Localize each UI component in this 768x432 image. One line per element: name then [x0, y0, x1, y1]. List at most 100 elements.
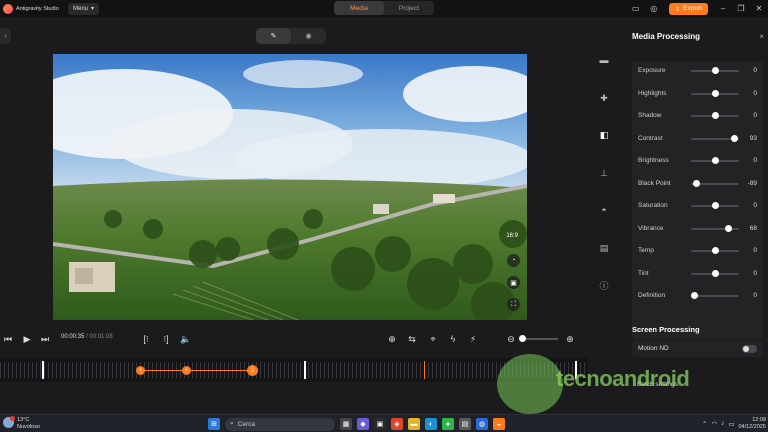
slider-knob[interactable] [711, 67, 719, 74]
edge-icon[interactable]: ◐ [425, 418, 437, 430]
minimize-icon[interactable]: – [714, 0, 732, 17]
tab-media[interactable]: Media [334, 1, 384, 15]
orange-marker[interactable] [424, 361, 425, 379]
volume-icon[interactable]: 🔈 [180, 330, 192, 348]
video-preview[interactable]: 16:9 ◔ ▣ ⛶ [53, 54, 527, 320]
snapshot-icon[interactable]: ◔ [507, 254, 520, 267]
export-button[interactable]: ⇪ Export [668, 2, 708, 15]
current-time: 00:00:35 [61, 334, 85, 340]
battery-icon[interactable]: ▭ [728, 420, 734, 428]
store-icon[interactable]: ▣ [374, 418, 386, 430]
playback-controls: ⏮ ▶ ⏭ 00:00:35 / 00:01:08 [⁝ ⁝] 🔈 ⊕ ⇆ ⌖ … [0, 330, 588, 348]
slider-value: -89 [747, 179, 757, 187]
transition-icon[interactable]: ⇆ [406, 330, 418, 348]
view-mode-toggle: ✎ ◉ [256, 28, 326, 44]
task-view-icon[interactable]: ▦ [340, 418, 352, 430]
slider-knob[interactable] [711, 112, 719, 119]
slider-knob[interactable] [711, 247, 719, 254]
slider-label: Exposure [638, 67, 666, 74]
zoom-slider-knob[interactable] [519, 335, 526, 342]
taskbar-apps: ⊞ ⌕ Cerca ▦ ◆ ▣ ◈ ▬ ◐ ● ▤ ◍ ◒ [208, 417, 505, 431]
taskbar-search[interactable]: ⌕ Cerca [225, 417, 335, 431]
slider-value: 0 [753, 157, 757, 164]
tray-chevron-icon[interactable]: ⌃ [702, 420, 707, 428]
video-tool-icon[interactable]: ▬ [598, 54, 610, 66]
slider-knob[interactable] [691, 292, 698, 299]
media-processing-icon[interactable]: ◧ [598, 129, 610, 141]
gauge-tool-icon[interactable]: ◓ [598, 204, 610, 216]
slider-knob[interactable] [711, 269, 719, 277]
slider-knob[interactable] [693, 179, 701, 187]
slider-knob[interactable] [711, 89, 719, 97]
crop-icon[interactable]: ▣ [507, 276, 520, 289]
stabilize-icon[interactable]: ⌖ [427, 330, 439, 348]
play-icon[interactable]: ▶ [20, 330, 34, 348]
slider-knob[interactable] [711, 157, 719, 164]
slider-label: Shadow [638, 112, 662, 119]
slider-knob[interactable] [730, 134, 738, 142]
slider-knob[interactable] [725, 224, 733, 232]
slider-row-definition: Definition 0 [632, 290, 763, 302]
add-keyframe-icon[interactable]: ⊕ [386, 330, 398, 348]
aerial-landscape-frame [53, 54, 527, 320]
motion-icon[interactable]: ⚡ [467, 330, 479, 348]
clock-date: 04/12/2025 [738, 423, 766, 430]
skip-back-icon[interactable]: ⏮ [2, 330, 14, 348]
copilot-icon[interactable]: ◆ [357, 418, 369, 430]
window-controls: ▭ ◎ ⇪ Export – ❐ ✕ [627, 0, 768, 17]
file-explorer-icon[interactable]: ▬ [408, 418, 420, 430]
close-icon[interactable]: ✕ [750, 0, 768, 17]
preview-eye-icon[interactable]: ◉ [291, 28, 326, 44]
slider-label: Vibrance [638, 224, 664, 232]
slider-row-tint: Tint 0 [632, 268, 763, 280]
chrome-icon[interactable]: ◍ [476, 418, 488, 430]
account-icon[interactable]: ◎ [645, 0, 663, 17]
panel-close-icon[interactable]: × [759, 32, 764, 41]
slider-label: Temp [638, 247, 654, 254]
keyframe-marker[interactable]: + [182, 366, 191, 375]
antigravity-taskbar-icon[interactable]: ◒ [493, 418, 505, 430]
os-taskbar: 13°C Nuvoloso ⊞ ⌕ Cerca ▦ ◆ ▣ ◈ ▬ ◐ ● ▤ … [0, 414, 768, 432]
motion-nd-toggle[interactable] [742, 345, 757, 353]
volume-tray-icon[interactable]: ♪ [721, 420, 724, 427]
wifi-icon[interactable]: ◠ [711, 420, 717, 428]
slider-value: 0 [753, 292, 757, 299]
speed-icon[interactable]: ϟ [447, 330, 459, 348]
slider-label: Contrast [638, 134, 663, 142]
edit-view-icon[interactable]: ✎ [256, 28, 291, 44]
info-icon[interactable]: ⓘ [598, 279, 610, 291]
layout-icon[interactable]: ▭ [627, 0, 645, 17]
mark-out-icon[interactable]: ⁝] [160, 330, 172, 348]
slider-row-contrast: Contrast 93 [632, 133, 763, 145]
chevron-right-icon: › [4, 32, 7, 40]
brave-icon[interactable]: ◈ [391, 418, 403, 430]
slider-knob[interactable] [711, 202, 719, 209]
fullscreen-icon[interactable]: ⛶ [507, 298, 520, 311]
playhead[interactable] [304, 361, 306, 379]
slider-track[interactable] [691, 295, 739, 297]
trim-start-handle[interactable] [42, 361, 44, 379]
keyframe-count-badge[interactable]: 2 [247, 365, 258, 376]
duration: 00:01:08 [89, 334, 113, 340]
app-logo: Antigravity Studio [3, 3, 65, 14]
slider-row-highlights: Highlights 0 [632, 88, 763, 100]
maximize-icon[interactable]: ❐ [732, 0, 750, 17]
zoom-in-icon[interactable]: ⊕ [564, 330, 576, 348]
keyframe-marker[interactable]: + [136, 366, 145, 375]
messaging-icon[interactable]: ● [442, 418, 454, 430]
slider-label: Highlights [638, 89, 667, 97]
mark-in-icon[interactable]: [⁝ [140, 330, 152, 348]
aspect-ratio-label: 16:9 [506, 233, 518, 239]
stamp-tool-icon[interactable]: ⊥ [598, 167, 610, 179]
weather-widget[interactable]: 13°C Nuvoloso [3, 416, 40, 430]
clock[interactable]: 12:08 04/12/2025 [738, 417, 766, 430]
app-icon[interactable]: ▤ [459, 418, 471, 430]
skip-forward-icon[interactable]: ⏭ [39, 330, 51, 348]
windows-start-icon[interactable]: ⊞ [208, 418, 220, 430]
plugin-tool-icon[interactable]: ✚ [598, 92, 610, 104]
layers-tool-icon[interactable]: ▤ [598, 242, 610, 254]
menu-button[interactable]: Menu ▾ [68, 2, 100, 15]
tab-project[interactable]: Project [384, 1, 434, 15]
sidebar-expand-button[interactable]: › [0, 28, 11, 44]
zoom-out-icon[interactable]: ⊖ [505, 330, 517, 348]
